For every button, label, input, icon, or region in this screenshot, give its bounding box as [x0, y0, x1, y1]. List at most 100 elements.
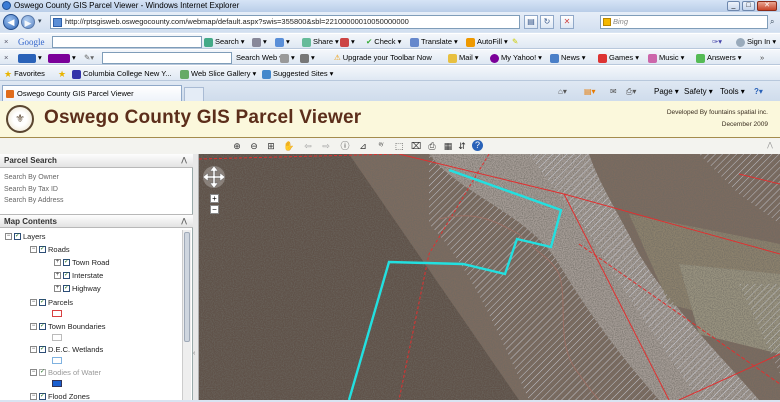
dec-wetlands-checkbox[interactable]: ✓ — [39, 346, 46, 353]
upgrade-toolbar-link[interactable]: ⚠ Upgrade your Toolbar Now — [334, 52, 432, 64]
next-extent-icon[interactable]: ⇨ — [320, 140, 332, 152]
map-zoom-in-button[interactable]: + — [210, 194, 219, 203]
layer-list-scrollbar[interactable] — [182, 230, 191, 400]
close-yahoo-toolbar-button[interactable]: × — [4, 52, 8, 64]
google-search-button[interactable]: Search ▾ — [204, 36, 245, 48]
pencil-icon[interactable]: ✎▾ — [84, 52, 94, 64]
add-favorite-icon[interactable]: ★ — [58, 68, 66, 80]
favorite-link-web-slice-gallery[interactable]: Web Slice Gallery ▾ — [180, 68, 256, 80]
check-button[interactable]: ✔ Check ▾ — [366, 36, 401, 48]
expand-node-icon[interactable]: + — [54, 259, 61, 266]
xy-coordinate-icon[interactable]: ᵉʸ — [375, 140, 387, 152]
expand-node-icon[interactable]: + — [54, 285, 61, 292]
clear-selection-icon[interactable]: ⌧ — [410, 140, 422, 152]
town-boundaries-checkbox[interactable]: ✓ — [39, 323, 46, 330]
collapse-node-icon[interactable]: − — [30, 246, 37, 253]
favorite-link-columbia[interactable]: Columbia College New Y... — [72, 68, 172, 80]
search-by-owner-link[interactable]: Search By Owner — [4, 174, 59, 181]
expand-node-icon[interactable]: + — [54, 272, 61, 279]
measure-icon[interactable]: ⊿ — [357, 140, 369, 152]
pagerank-icon[interactable]: ▾ — [340, 36, 355, 48]
lock-icon[interactable]: ▾ — [280, 52, 295, 64]
bodies-of-water-checkbox[interactable]: ✓ — [39, 369, 46, 376]
search-by-address-link[interactable]: Search By Address — [4, 197, 64, 204]
export-icon[interactable]: ▦ — [442, 140, 454, 152]
help-icon[interactable]: ?▾ — [754, 86, 763, 98]
search-by-tax-id-link[interactable]: Search By Tax ID — [4, 186, 58, 193]
collapse-node-icon[interactable]: − — [5, 233, 12, 240]
collapse-node-icon[interactable]: − — [30, 346, 37, 353]
flood-zones-checkbox[interactable]: ✓ — [39, 393, 46, 400]
recent-pages-dropdown-icon[interactable]: ▾ — [38, 17, 42, 25]
yahoo-search-input[interactable] — [102, 52, 232, 64]
previous-extent-icon[interactable]: ⇦ — [302, 140, 314, 152]
collapse-node-icon[interactable]: − — [30, 323, 37, 330]
full-extent-icon[interactable]: ⊞ — [265, 140, 277, 152]
my-yahoo-button[interactable]: My Yahoo! ▾ — [490, 52, 542, 64]
more-chevron-icon[interactable]: » — [760, 52, 764, 64]
share-button[interactable]: Share ▾ — [302, 36, 339, 48]
pan-control-icon[interactable] — [202, 165, 226, 189]
games-button[interactable]: Games ▾ — [598, 52, 639, 64]
search-web-button[interactable]: Search Web▾ — [236, 52, 283, 64]
map-view[interactable]: + − — [199, 154, 780, 400]
sign-in-button[interactable]: Sign In ▾ — [736, 36, 776, 48]
tab-gis-parcel-viewer[interactable]: Oswego County GIS Parcel Viewer — [2, 85, 182, 101]
yahoo-logo-icon[interactable]: ▾ — [48, 52, 76, 64]
stop-icon[interactable]: ✕ — [560, 15, 574, 29]
new-tab-button[interactable] — [184, 87, 204, 101]
close-google-toolbar-button[interactable]: × — [4, 36, 8, 48]
sort-icon[interactable]: ⇵ — [456, 140, 468, 152]
highlight-icon[interactable]: ✎ — [512, 36, 518, 48]
refresh-icon[interactable]: ↻ — [540, 15, 554, 29]
search-box[interactable]: Bing — [600, 15, 768, 29]
mail-button[interactable]: Mail ▾ — [448, 52, 479, 64]
maximize-button[interactable]: □ — [742, 1, 755, 11]
page-menu[interactable]: Page ▾ — [654, 86, 679, 98]
zoom-in-icon[interactable]: ⊕ — [231, 140, 243, 152]
zoom-out-icon[interactable]: ⊖ — [248, 140, 260, 152]
compatibility-view-icon[interactable]: ▤ — [524, 15, 538, 29]
feeds-icon[interactable]: ▤▾ — [584, 86, 596, 98]
collapse-panels-icon[interactable]: ⋀ — [764, 140, 776, 152]
tools-menu[interactable]: Tools ▾ — [720, 86, 745, 98]
pan-hand-icon[interactable]: ✋ — [283, 140, 295, 152]
town-road-checkbox[interactable]: ✓ — [63, 259, 70, 266]
print-map-icon[interactable]: ⎙ — [426, 140, 438, 152]
safety-menu[interactable]: Safety ▾ — [684, 86, 713, 98]
minimize-button[interactable]: _ — [727, 1, 740, 11]
map-zoom-out-button[interactable]: − — [210, 205, 219, 214]
interstate-checkbox[interactable]: ✓ — [63, 272, 70, 279]
translate-button[interactable]: Translate ▾ — [410, 36, 458, 48]
highway-checkbox[interactable]: ✓ — [63, 285, 70, 292]
collapse-node-icon[interactable]: − — [30, 299, 37, 306]
collapse-icon[interactable]: ⋀ — [181, 154, 187, 167]
home-icon[interactable]: ⌂▾ — [558, 86, 567, 98]
roads-checkbox[interactable]: ✓ — [39, 246, 46, 253]
autofill-button[interactable]: AutoFill ▾ — [466, 36, 508, 48]
music-button[interactable]: Music ▾ — [648, 52, 684, 64]
url-field[interactable]: http://rptsgisweb.oswegocounty.com/webma… — [50, 15, 520, 29]
back-icon[interactable]: ◀ — [3, 14, 19, 30]
google-search-input[interactable] — [52, 36, 202, 48]
forward-icon[interactable]: ▶ — [21, 15, 35, 29]
select-icon[interactable]: ⬚ — [393, 140, 405, 152]
layers-checkbox[interactable]: ✓ — [14, 233, 21, 240]
close-window-button[interactable]: ✕ — [757, 1, 777, 11]
answers-button[interactable]: Answers ▾ — [696, 52, 742, 64]
hp-icon[interactable]: ▾ — [18, 52, 42, 64]
collapse-node-icon[interactable]: − — [30, 393, 37, 400]
print-icon[interactable]: ⎙▾ — [626, 86, 636, 98]
parcel-search-header[interactable]: Parcel Search ⋀ — [0, 154, 193, 168]
identify-icon[interactable]: ⓘ — [339, 140, 351, 152]
bookmarks-icon[interactable]: ▾ — [275, 36, 290, 48]
search-icon[interactable]: ⌕ — [770, 17, 774, 27]
map-contents-header[interactable]: Map Contents ⋀ — [0, 214, 193, 228]
help-map-icon[interactable]: ? — [472, 140, 483, 151]
scrollbar-thumb[interactable] — [184, 232, 190, 342]
collapse-icon[interactable]: ⋀ — [181, 215, 187, 228]
read-mail-icon[interactable]: ✉ — [610, 86, 617, 98]
favorite-link-suggested-sites[interactable]: Suggested Sites ▾ — [262, 68, 333, 80]
collapse-node-icon[interactable]: − — [30, 369, 37, 376]
settings-wrench-icon[interactable]: ✑▾ — [712, 36, 722, 48]
